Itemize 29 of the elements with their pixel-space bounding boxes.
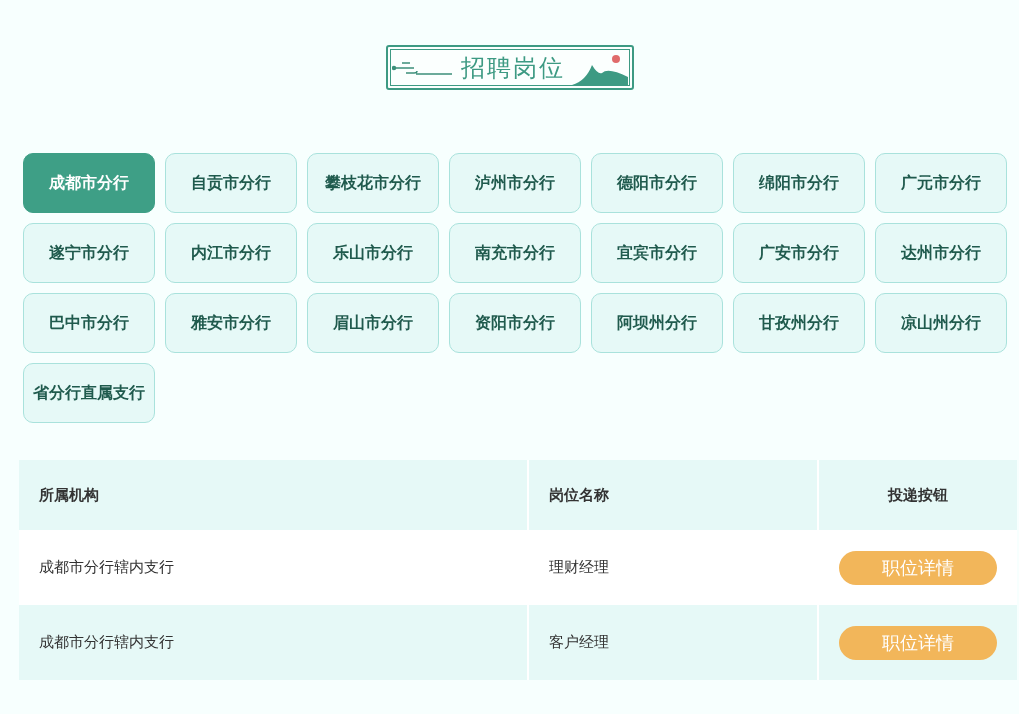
column-header: 岗位名称 (549, 485, 609, 504)
branch-tab[interactable]: 资阳市分行 (449, 293, 581, 353)
branch-tab[interactable]: 阿坝州分行 (591, 293, 723, 353)
branch-tab[interactable]: 广安市分行 (733, 223, 865, 283)
branch-tab[interactable]: 广元市分行 (875, 153, 1007, 213)
branch-tab[interactable]: 达州市分行 (875, 223, 1007, 283)
column-header: 投递按钮 (888, 485, 948, 504)
branch-tab[interactable]: 德阳市分行 (591, 153, 723, 213)
branch-tab[interactable]: 乐山市分行 (307, 223, 439, 283)
branch-tab[interactable]: 凉山州分行 (875, 293, 1007, 353)
branch-tab[interactable]: 自贡市分行 (165, 153, 297, 213)
branch-tab[interactable]: 南充市分行 (449, 223, 581, 283)
branch-tab[interactable]: 绵阳市分行 (733, 153, 865, 213)
table-cell: 成都市分行辖内支行 (39, 633, 174, 651)
table-cell: 理财经理 (549, 558, 609, 576)
table-cell: 成都市分行辖内支行 (39, 558, 174, 576)
branch-tab[interactable]: 甘孜州分行 (733, 293, 865, 353)
branch-tab[interactable]: 内江市分行 (165, 223, 297, 283)
column-header: 所属机构 (39, 485, 99, 504)
table-cell: 客户经理 (549, 633, 609, 651)
branch-tab[interactable]: 眉山市分行 (307, 293, 439, 353)
branch-tab[interactable]: 攀枝花市分行 (307, 153, 439, 213)
branch-tab[interactable]: 巴中市分行 (23, 293, 155, 353)
branch-tab[interactable]: 遂宁市分行 (23, 223, 155, 283)
branch-tab[interactable]: 雅安市分行 (165, 293, 297, 353)
banner-title: 招聘岗位 (460, 52, 565, 84)
branch-tab[interactable]: 宜宾市分行 (591, 223, 723, 283)
branch-tab[interactable]: 省分行直属支行 (23, 363, 155, 423)
branch-tab[interactable]: 泸州市分行 (449, 153, 581, 213)
